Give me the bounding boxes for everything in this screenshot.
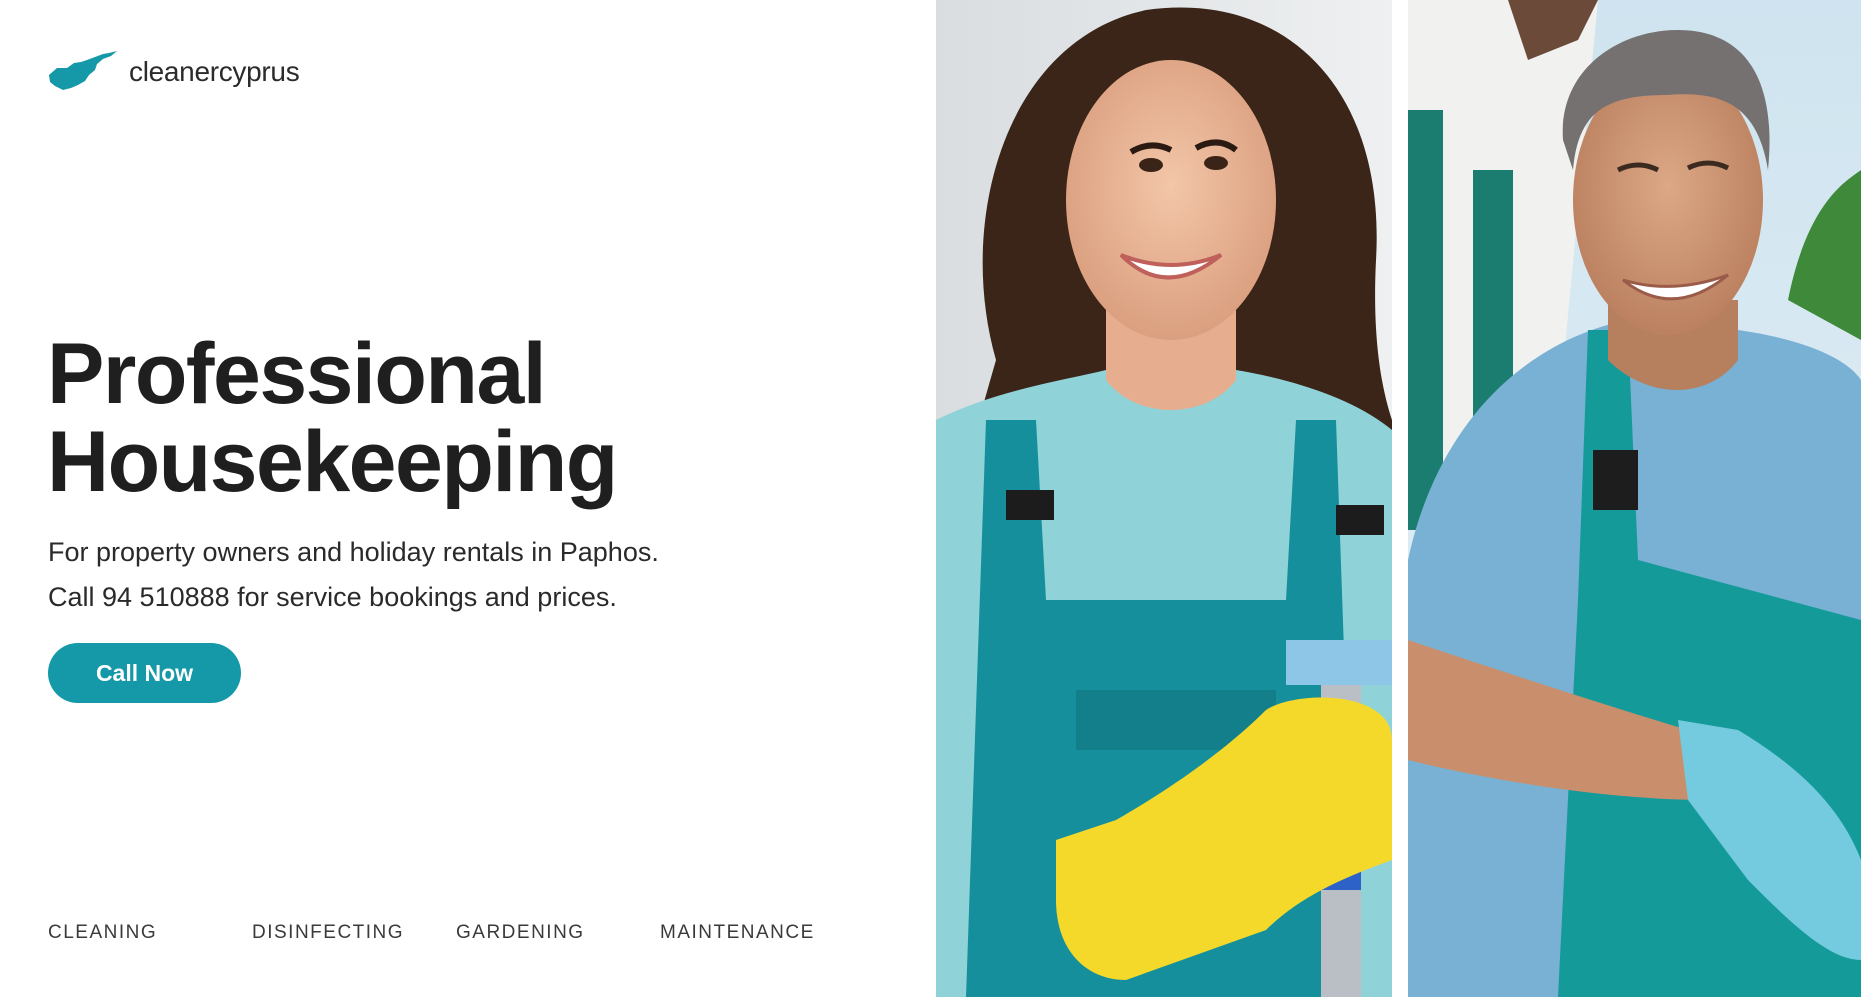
site-logo[interactable]: cleanercyprus [47, 50, 300, 94]
service-link-cleaning[interactable]: CLEANING [48, 922, 252, 944]
hero-subtitle: For property owners and holiday rentals … [48, 530, 659, 620]
subtitle-line-2: Call 94 510888 for service bookings and … [48, 582, 617, 612]
call-now-button[interactable]: Call Now [48, 643, 241, 703]
man-gardener-photo [1408, 0, 1861, 997]
subtitle-line-1: For property owners and holiday rentals … [48, 537, 659, 567]
service-link-disinfecting[interactable]: DISINFECTING [252, 922, 456, 944]
brand-name: cleanercyprus [129, 56, 300, 87]
woman-cleaner-photo [936, 0, 1392, 997]
cyprus-map-icon [49, 51, 117, 90]
hero-panel: cleanercyprus Professional Housekeeping … [0, 0, 936, 997]
service-link-maintenance[interactable]: MAINTENANCE [660, 922, 815, 944]
title-line-1: Professional [47, 326, 547, 422]
page-title: Professional Housekeeping [47, 326, 618, 510]
service-link-gardening[interactable]: GARDENING [456, 922, 660, 944]
title-line-2: Housekeeping [47, 414, 618, 510]
services-nav: CLEANING DISINFECTING GARDENING MAINTENA… [48, 922, 815, 944]
